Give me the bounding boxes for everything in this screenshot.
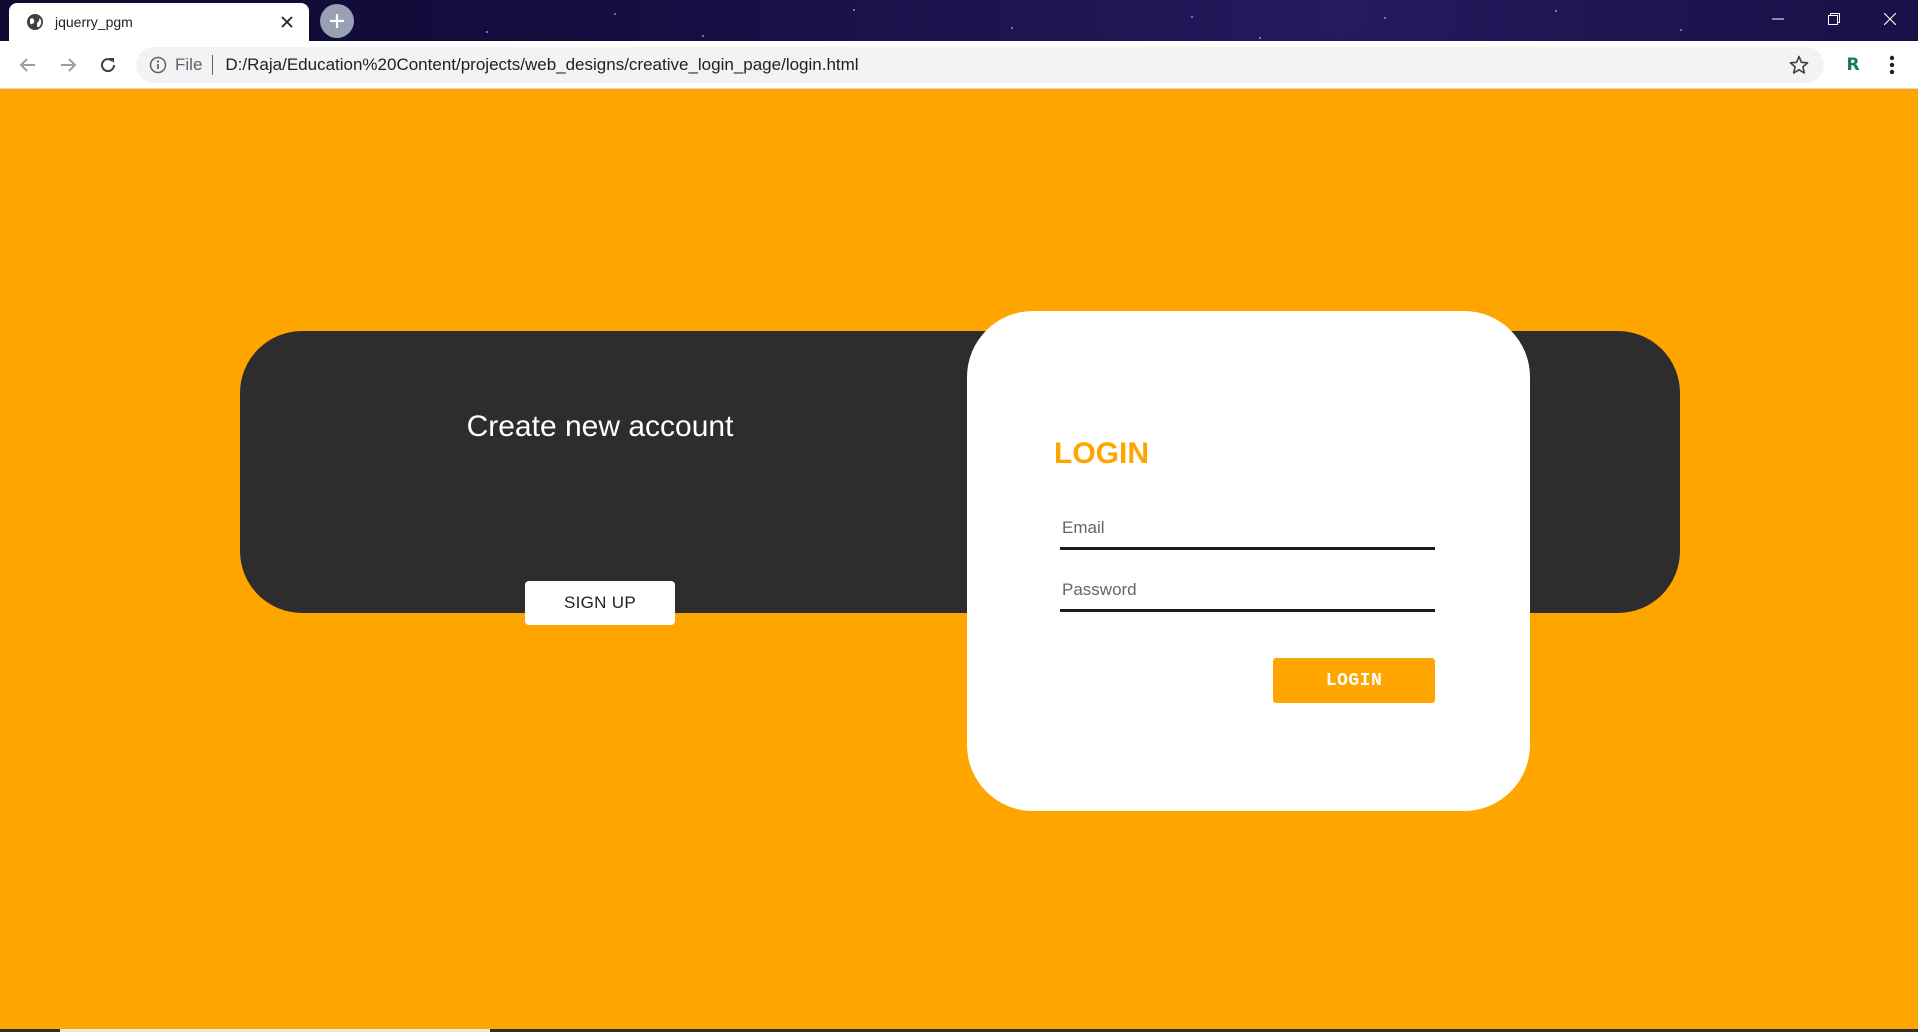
globe-icon <box>26 13 44 31</box>
extension-button[interactable]: R <box>1842 54 1864 76</box>
minimize-button[interactable] <box>1750 0 1806 38</box>
background-star <box>1191 16 1193 18</box>
minimize-icon <box>1772 13 1784 25</box>
address-bar[interactable]: File D:/Raja/Education%20Content/project… <box>136 47 1824 83</box>
login-button[interactable]: LOGIN <box>1273 658 1435 703</box>
background-star <box>1384 17 1386 19</box>
create-account-title: Create new account <box>466 410 734 443</box>
restore-icon <box>1828 13 1840 25</box>
reload-button[interactable] <box>94 51 122 79</box>
login-card <box>967 311 1530 811</box>
new-tab-button[interactable] <box>320 4 354 38</box>
url-scheme: File <box>175 55 203 74</box>
restore-button[interactable] <box>1806 0 1862 38</box>
browser-tab[interactable]: jquerry_pgm <box>9 3 309 41</box>
background-star <box>614 13 616 15</box>
email-field[interactable] <box>1060 508 1435 547</box>
window-close-icon <box>1884 13 1896 25</box>
browser-toolbar: File D:/Raja/Education%20Content/project… <box>0 41 1918 89</box>
forward-button[interactable] <box>54 51 82 79</box>
background-star <box>1259 37 1261 39</box>
background-star <box>1011 27 1013 29</box>
password-field[interactable] <box>1060 570 1435 609</box>
browser-tab-bar: jquerry_pgm <box>0 0 1918 41</box>
star-icon[interactable] <box>1788 54 1810 76</box>
background-star <box>486 31 488 33</box>
login-heading: LOGIN <box>1054 437 1149 470</box>
email-field-wrapper <box>1060 508 1435 550</box>
background-star <box>1555 10 1557 12</box>
background-star <box>702 35 704 37</box>
info-icon[interactable] <box>149 56 167 74</box>
back-arrow-icon <box>19 56 37 74</box>
url-text[interactable]: D:/Raja/Education%20Content/projects/web… <box>225 55 1788 75</box>
background-star <box>853 9 855 11</box>
reload-icon <box>99 56 117 74</box>
plus-icon <box>329 13 345 29</box>
tab-title: jquerry_pgm <box>55 14 133 30</box>
window-close-button[interactable] <box>1862 0 1918 38</box>
kebab-menu-icon[interactable] <box>1880 53 1904 77</box>
forward-arrow-icon <box>59 56 77 74</box>
back-button[interactable] <box>14 51 42 79</box>
close-icon[interactable] <box>273 8 301 36</box>
url-separator <box>212 55 214 75</box>
background-star <box>1680 29 1682 31</box>
signup-button[interactable]: SIGN UP <box>525 581 675 625</box>
password-field-wrapper <box>1060 570 1435 612</box>
